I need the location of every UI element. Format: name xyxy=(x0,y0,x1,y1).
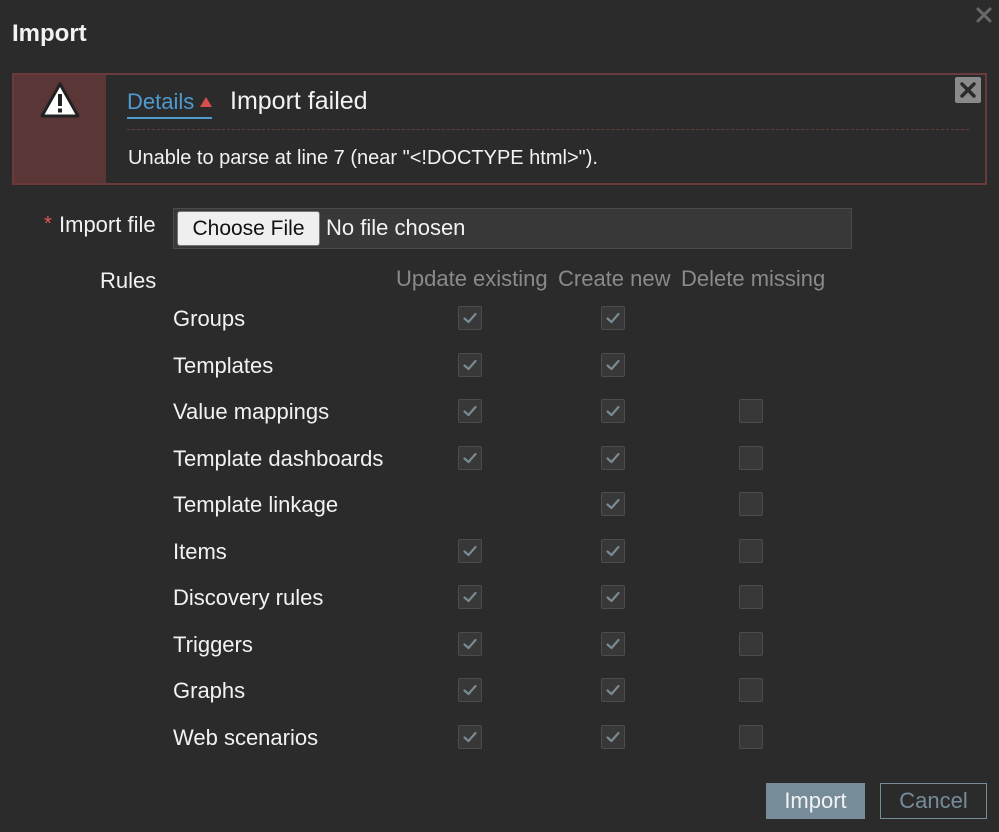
checkmark-icon xyxy=(606,638,620,649)
dialog-title: Import xyxy=(12,20,87,47)
close-x-icon[interactable] xyxy=(975,6,993,24)
create-checkbox[interactable] xyxy=(601,399,625,423)
cancel-button[interactable]: Cancel xyxy=(880,783,987,819)
rule-label: Templates xyxy=(173,352,274,378)
create-checkbox[interactable] xyxy=(601,724,625,749)
create-checkbox[interactable] xyxy=(601,306,625,330)
update-checkbox[interactable] xyxy=(458,306,482,330)
update-checkbox[interactable] xyxy=(458,445,482,470)
create-checkbox[interactable] xyxy=(601,631,625,656)
rule-label: Template linkage xyxy=(173,492,339,517)
checkmark-icon xyxy=(606,359,620,370)
checkmark-icon xyxy=(463,405,477,417)
update-checkbox[interactable] xyxy=(458,678,482,702)
delete-checkbox[interactable] xyxy=(739,538,763,563)
checkmark-icon xyxy=(463,591,477,603)
column-update-existing: Update existing xyxy=(396,266,548,291)
checkmark-icon xyxy=(606,405,620,417)
error-close-button[interactable] xyxy=(955,77,981,103)
error-detail-message: Unable to parse at line 7 (near "<!DOCTY… xyxy=(128,147,598,169)
arrow-up-icon xyxy=(200,97,213,107)
checkmark-icon xyxy=(463,312,477,324)
checkmark-icon xyxy=(463,684,477,696)
error-icon-cell xyxy=(14,75,106,183)
rule-label: Graphs xyxy=(173,678,246,703)
rule-label: Groups xyxy=(173,306,246,331)
rule-label: Items xyxy=(173,538,227,564)
warning-triangle-icon xyxy=(40,82,80,118)
details-toggle-link[interactable]: Details xyxy=(127,89,213,119)
rule-label: Value mappings xyxy=(173,399,330,424)
delete-checkbox[interactable] xyxy=(739,492,763,516)
import-file-label: Import file xyxy=(59,212,156,237)
checkmark-icon xyxy=(606,731,620,742)
delete-checkbox[interactable] xyxy=(739,445,763,470)
column-delete-missing: Delete missing xyxy=(681,266,826,291)
update-checkbox[interactable] xyxy=(458,399,482,423)
error-divider xyxy=(127,129,969,130)
checkmark-icon xyxy=(463,545,477,556)
delete-checkbox[interactable] xyxy=(739,399,763,423)
update-checkbox[interactable] xyxy=(458,538,482,563)
checkmark-icon xyxy=(606,684,620,696)
update-checkbox[interactable] xyxy=(458,585,482,609)
checkmark-icon xyxy=(463,731,477,742)
error-message-box: Details Import failed Unable to parse at… xyxy=(12,73,987,185)
delete-checkbox[interactable] xyxy=(739,585,763,609)
rules-label: Rules xyxy=(100,268,157,293)
checkmark-icon xyxy=(606,312,620,324)
delete-checkbox[interactable] xyxy=(739,724,763,749)
create-checkbox[interactable] xyxy=(601,585,625,609)
update-checkbox[interactable] xyxy=(458,724,482,749)
close-icon xyxy=(960,82,976,98)
rule-label: Template dashboards xyxy=(173,445,384,471)
required-mark: * xyxy=(44,213,52,235)
column-create-new: Create new xyxy=(558,266,671,291)
update-checkbox[interactable] xyxy=(458,352,482,377)
details-label: Details xyxy=(127,89,195,114)
create-checkbox[interactable] xyxy=(601,538,625,563)
create-checkbox[interactable] xyxy=(601,492,625,516)
create-checkbox[interactable] xyxy=(601,352,625,377)
delete-checkbox[interactable] xyxy=(739,631,763,656)
no-file-text: No file chosen xyxy=(326,215,466,240)
checkmark-icon xyxy=(606,545,620,556)
checkmark-icon xyxy=(606,452,620,463)
checkmark-icon xyxy=(463,638,477,649)
rule-label: Discovery rules xyxy=(173,585,324,610)
choose-file-button[interactable]: Choose File xyxy=(177,211,320,246)
import-button[interactable]: Import xyxy=(766,783,865,819)
checkmark-icon xyxy=(463,452,477,463)
error-title: Import failed xyxy=(230,87,368,115)
delete-checkbox[interactable] xyxy=(739,678,763,702)
create-checkbox[interactable] xyxy=(601,678,625,702)
update-checkbox[interactable] xyxy=(458,631,482,656)
checkmark-icon xyxy=(463,359,477,370)
checkmark-icon xyxy=(606,498,620,510)
rule-label: Triggers xyxy=(173,631,253,657)
rule-label: Web scenarios xyxy=(173,724,319,750)
checkmark-icon xyxy=(606,591,620,603)
file-input[interactable]: Choose File No file chosen xyxy=(173,208,852,249)
create-checkbox[interactable] xyxy=(601,445,625,470)
